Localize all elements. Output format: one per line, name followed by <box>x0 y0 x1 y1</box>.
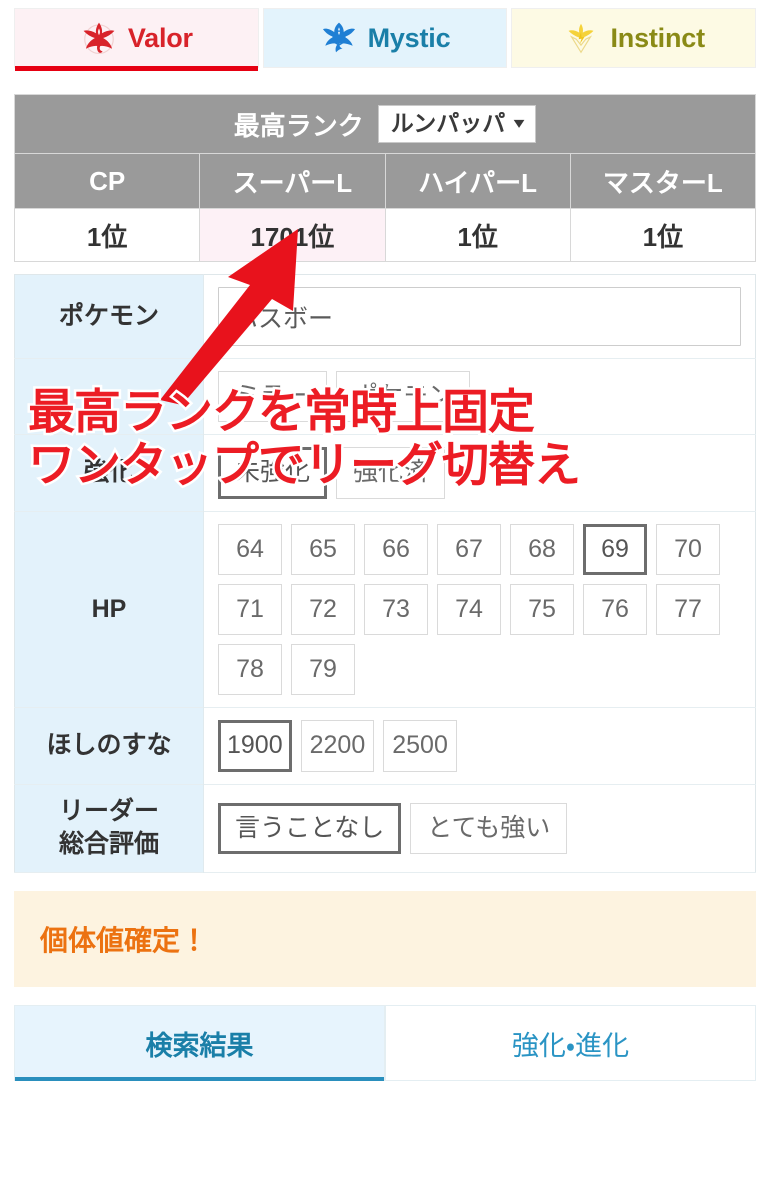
team-tab-valor[interactable]: Valor <box>14 8 259 71</box>
form-value-power-up: 未強化 強化済 <box>203 434 756 511</box>
stardust-chip[interactable]: 2200 <box>300 720 375 772</box>
rank-title-label: 最高ランク <box>233 110 364 141</box>
hp-chip[interactable]: 76 <box>583 583 647 635</box>
form-label-power-up: 強化 <box>14 434 204 511</box>
rank-column-header-super: スーパーL <box>199 153 386 209</box>
hp-chip[interactable]: 64 <box>218 523 282 575</box>
form-row-hp: HP 64 65 66 67 68 69 70 71 72 73 74 75 7… <box>14 511 756 708</box>
team-tab-instinct[interactable]: Instinct <box>511 8 757 68</box>
pokemon-rank-select-value: ルンパッパ <box>390 110 506 137</box>
form-value-hp: 64 65 66 67 68 69 70 71 72 73 74 75 76 7… <box>203 511 756 708</box>
team-tab-label-instinct: Instinct <box>610 22 705 53</box>
result-banner: 個体値確定！ <box>14 891 756 987</box>
form-value-stardust: 1900 2200 2500 <box>203 707 756 784</box>
hp-chip[interactable]: 79 <box>291 644 355 696</box>
team-tab-mystic[interactable]: Mystic <box>262 8 508 68</box>
hp-chip[interactable]: 72 <box>291 583 355 635</box>
rank-column-header-cp: CP <box>13 153 201 209</box>
form-label-stardust: ほしのすな <box>14 707 204 784</box>
pokemon-rank-select[interactable]: ルンパッパ ▾ <box>377 105 537 143</box>
hp-chip-selected[interactable]: 69 <box>583 523 647 575</box>
power-up-chip-not-powered[interactable]: 未強化 <box>218 447 328 499</box>
rank-title-cell: 最高ランク ルンパッパ ▾ <box>14 94 756 154</box>
tab-search-results-label: 検索結果 <box>145 1030 254 1061</box>
hp-chip[interactable]: 77 <box>656 583 720 635</box>
mystic-logo-icon <box>320 19 358 57</box>
form-row-stardust: ほしのすな 1900 2200 2500 <box>14 707 756 784</box>
rank-value-super[interactable]: 1701位 <box>199 208 386 262</box>
hp-chip[interactable]: 68 <box>510 523 574 575</box>
instinct-logo-icon <box>562 19 600 57</box>
rank-value-cp[interactable]: 1位 <box>13 208 201 262</box>
leader-rating-chip[interactable]: とても強い <box>410 802 568 854</box>
form-label-obscured <box>14 358 204 435</box>
chevron-down-icon: ▾ <box>513 114 525 132</box>
rank-column-header-hyper: ハイパーL <box>384 153 571 209</box>
stardust-chip-selected[interactable]: 1900 <box>218 720 292 772</box>
rank-table-value-row: 1位 1701位 1位 1位 <box>13 208 757 262</box>
result-section: 個体値確定！ <box>0 873 770 987</box>
form-label-hp: HP <box>14 511 204 708</box>
power-up-chip-powered[interactable]: 強化済 <box>336 447 446 499</box>
team-tab-bar: Valor Mystic Instinct <box>0 0 770 82</box>
hp-chip[interactable]: 74 <box>437 583 501 635</box>
form-value-obscured: ミラー ポケモン <box>203 358 756 435</box>
bottom-tab-bar: 検索結果 強化・進化 <box>14 1005 756 1081</box>
rank-table-title-row: 最高ランク ルンパッパ ▾ <box>14 94 756 154</box>
bottom-tab-section: 検索結果 強化・進化 <box>0 987 770 1081</box>
leader-rating-chip-selected[interactable]: 言うことなし <box>218 802 402 854</box>
team-tab-label-mystic: Mystic <box>367 22 451 53</box>
form-row-obscured: ミラー ポケモン <box>14 358 756 435</box>
form-label-pokemon: ポケモン <box>14 274 204 359</box>
tab-power-up-evolve[interactable]: 強化・進化 <box>385 1005 756 1081</box>
hp-chip[interactable]: 67 <box>437 523 501 575</box>
rank-column-header-master: マスターL <box>569 153 757 209</box>
input-form-section: ポケモン ミラー ポケモン 強化 未強化 強化済 <box>0 262 770 873</box>
form-value-leader-rating: 言うことなし とても強い <box>203 784 756 873</box>
rank-table-header-row: CP スーパーL ハイパーL マスターL <box>13 153 757 209</box>
result-status-text: 個体値確定！ <box>40 925 209 956</box>
obscured-chip-1[interactable]: ポケモン <box>336 371 471 423</box>
valor-logo-icon <box>80 19 118 57</box>
hp-chip[interactable]: 71 <box>218 583 282 635</box>
rank-value-hyper[interactable]: 1位 <box>384 208 571 262</box>
rank-table: 最高ランク ルンパッパ ▾ CP スーパーL ハイパーL マスターL 1位 17… <box>13 94 757 262</box>
hp-chip[interactable]: 65 <box>291 523 355 575</box>
hp-chip[interactable]: 70 <box>656 523 720 575</box>
form-value-pokemon <box>203 274 756 359</box>
form-label-leader-rating-line1: リーダー <box>58 796 159 825</box>
hp-chip[interactable]: 66 <box>364 523 428 575</box>
hp-chip[interactable]: 73 <box>364 583 428 635</box>
form-label-leader-rating-line2: 総合評価 <box>58 830 159 859</box>
input-form-table: ポケモン ミラー ポケモン 強化 未強化 強化済 <box>14 274 756 873</box>
hp-chip[interactable]: 78 <box>218 644 282 696</box>
form-row-power-up: 強化 未強化 強化済 <box>14 434 756 511</box>
form-row-leader-rating: リーダー 総合評価 言うことなし とても強い <box>14 784 756 873</box>
form-row-pokemon: ポケモン <box>14 274 756 359</box>
tab-search-results[interactable]: 検索結果 <box>14 1005 385 1081</box>
team-tab-label-valor: Valor <box>127 22 193 53</box>
rank-table-section: 最高ランク ルンパッパ ▾ CP スーパーL ハイパーL マスターL 1位 17… <box>0 82 770 262</box>
hp-chip[interactable]: 75 <box>510 583 574 635</box>
hp-chip-grid: 64 65 66 67 68 69 70 71 72 73 74 75 76 7… <box>218 523 741 696</box>
form-label-leader-rating: リーダー 総合評価 <box>14 784 204 873</box>
obscured-chip-0[interactable]: ミラー <box>218 371 328 423</box>
rank-value-master[interactable]: 1位 <box>569 208 757 262</box>
stardust-chip[interactable]: 2500 <box>383 720 457 772</box>
tab-power-up-evolve-label: 強化・進化 <box>511 1030 630 1061</box>
pokemon-name-input[interactable] <box>218 287 741 346</box>
